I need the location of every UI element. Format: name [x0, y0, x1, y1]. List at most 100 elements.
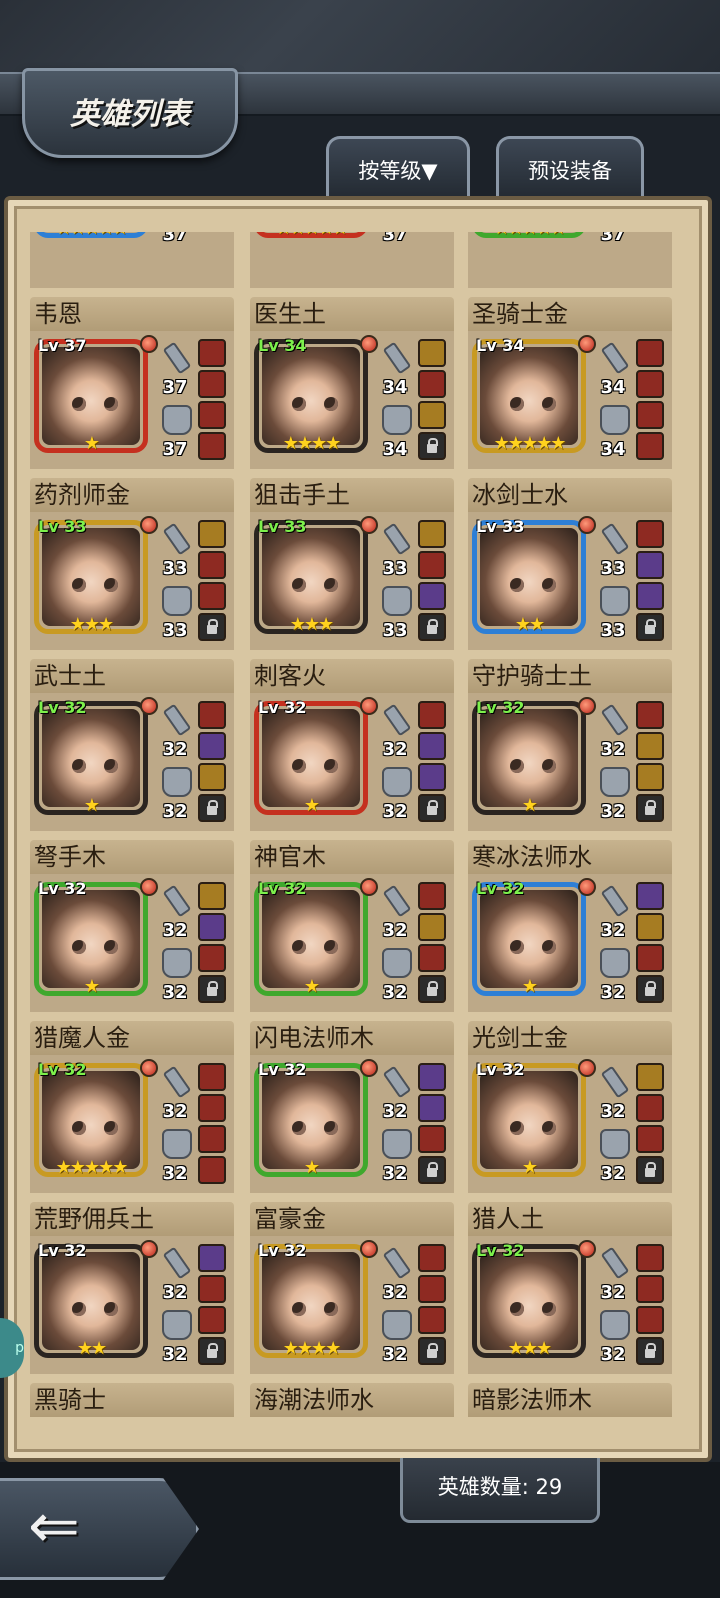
equipment-slot[interactable] [198, 1125, 226, 1153]
equipment-slot[interactable] [198, 1306, 226, 1334]
hero-card[interactable]: ★★★★★ 3737 [250, 232, 454, 288]
hero-card[interactable]: 光剑士金 Lv 32 ★ 32 32 [468, 1021, 672, 1193]
hero-card[interactable]: 药剂师金 Lv 33 ★★★ 33 33 [30, 478, 234, 650]
equipment-slot[interactable] [418, 339, 446, 367]
equipment-slot[interactable] [636, 551, 664, 579]
equipment-slot[interactable] [418, 882, 446, 910]
equipment-slot[interactable] [198, 339, 226, 367]
equipment-slot[interactable] [636, 432, 664, 460]
hero-card[interactable]: 暗影法师木 [468, 1383, 672, 1417]
side-tab[interactable]: p [0, 1318, 24, 1378]
equipment-slot[interactable] [636, 882, 664, 910]
lock-icon[interactable] [198, 1337, 226, 1365]
hero-card[interactable]: 寒冰法师水 Lv 32 ★ 32 32 [468, 840, 672, 1012]
hero-card[interactable]: 神官木 Lv 32 ★ 32 32 [250, 840, 454, 1012]
equipment-slot[interactable] [198, 944, 226, 972]
equipment-slot[interactable] [198, 913, 226, 941]
equipment-slot[interactable] [636, 1244, 664, 1272]
lock-icon[interactable] [418, 1156, 446, 1184]
equipment-slot[interactable] [636, 1275, 664, 1303]
equipment-slot[interactable] [198, 370, 226, 398]
equipment-slot[interactable] [636, 582, 664, 610]
lock-icon[interactable] [418, 794, 446, 822]
equipment-slot[interactable] [198, 1275, 226, 1303]
equipment-slot[interactable] [198, 432, 226, 460]
equipment-slot[interactable] [198, 882, 226, 910]
hero-card[interactable]: 富豪金 Lv 32 ★★★★ 32 32 [250, 1202, 454, 1374]
equipment-slot[interactable] [418, 370, 446, 398]
lock-icon[interactable] [418, 1337, 446, 1365]
hero-card[interactable]: 闪电法师木 Lv 32 ★ 32 32 [250, 1021, 454, 1193]
hero-card[interactable]: 守护骑士土 Lv 32 ★ 32 32 [468, 659, 672, 831]
hero-card[interactable]: 黑骑士 [30, 1383, 234, 1417]
equipment-slot[interactable] [418, 1275, 446, 1303]
equipment-slot[interactable] [418, 913, 446, 941]
equipment-slot[interactable] [636, 913, 664, 941]
equipment-slot[interactable] [198, 520, 226, 548]
equipment-slot[interactable] [636, 401, 664, 429]
hero-card[interactable]: 猎魔人金 Lv 32 ★★★★★ 32 32 [30, 1021, 234, 1193]
equipment-slot[interactable] [198, 551, 226, 579]
equipment-slot[interactable] [636, 339, 664, 367]
equipment-slot[interactable] [198, 763, 226, 791]
equipment-slot[interactable] [418, 1063, 446, 1091]
equipment-slot[interactable] [418, 1125, 446, 1153]
equipment-slot[interactable] [198, 1063, 226, 1091]
equipment-slot[interactable] [636, 370, 664, 398]
hero-card[interactable]: 海潮法师水 [250, 1383, 454, 1417]
equipment-slot[interactable] [636, 732, 664, 760]
equipment-slot[interactable] [636, 1306, 664, 1334]
lock-icon[interactable] [418, 975, 446, 1003]
lock-icon[interactable] [636, 1337, 664, 1365]
hero-card[interactable]: 韦恩 Lv 37 ★ 37 37 [30, 297, 234, 469]
equipment-slot[interactable] [418, 944, 446, 972]
hero-card[interactable]: ★★★★★ 3737 [468, 232, 672, 288]
equipment-slot[interactable] [636, 701, 664, 729]
equipment-slot[interactable] [198, 582, 226, 610]
hero-card[interactable]: 冰剑士水 Lv 33 ★★ 33 33 [468, 478, 672, 650]
equipment-slot[interactable] [198, 1094, 226, 1122]
equipment-slot[interactable] [418, 732, 446, 760]
hero-card[interactable]: 荒野佣兵土 Lv 32 ★★ 32 32 [30, 1202, 234, 1374]
lock-icon[interactable] [418, 432, 446, 460]
equipment-slot[interactable] [418, 701, 446, 729]
hero-card[interactable]: 狙击手土 Lv 33 ★★★ 33 33 [250, 478, 454, 650]
lock-icon[interactable] [198, 794, 226, 822]
lock-icon[interactable] [636, 975, 664, 1003]
lock-icon[interactable] [198, 975, 226, 1003]
lock-icon[interactable] [636, 613, 664, 641]
equipment-slot[interactable] [636, 1063, 664, 1091]
lock-icon[interactable] [636, 794, 664, 822]
equipment-slot[interactable] [636, 1125, 664, 1153]
equipment-slot[interactable] [198, 1244, 226, 1272]
equipment-slot[interactable] [418, 1094, 446, 1122]
equipment-slot[interactable] [636, 1094, 664, 1122]
equipment-slot[interactable] [198, 401, 226, 429]
equipment-slot[interactable] [418, 1244, 446, 1272]
equipment-slot[interactable] [198, 1156, 226, 1184]
lock-icon[interactable] [198, 613, 226, 641]
equipment-slot[interactable] [636, 520, 664, 548]
hero-card[interactable]: 刺客火 Lv 32 ★ 32 32 [250, 659, 454, 831]
equipment-slot[interactable] [418, 582, 446, 610]
hero-card[interactable]: 猎人土 Lv 32 ★★★ 32 32 [468, 1202, 672, 1374]
sort-by-level-button[interactable]: 按等级▼ [326, 136, 470, 198]
hero-card[interactable]: ★★★★★ 3737 [30, 232, 234, 288]
equipment-slot[interactable] [636, 944, 664, 972]
hero-grid[interactable]: ★★★★★3737★★★★★3737★★★★★3737韦恩Lv 37★3737医… [30, 232, 680, 1428]
hero-card[interactable]: 圣骑士金 Lv 34 ★★★★★ 34 34 [468, 297, 672, 469]
equipment-slot[interactable] [636, 763, 664, 791]
hero-card[interactable]: 弩手木 Lv 32 ★ 32 32 [30, 840, 234, 1012]
equipment-slot[interactable] [418, 520, 446, 548]
equipment-slot[interactable] [418, 763, 446, 791]
equipment-slot[interactable] [198, 701, 226, 729]
back-button[interactable]: ⇐ [0, 1478, 199, 1580]
hero-card[interactable]: 医生土 Lv 34 ★★★★ 34 34 [250, 297, 454, 469]
preset-equipment-button[interactable]: 预设装备 [496, 136, 644, 198]
lock-icon[interactable] [636, 1156, 664, 1184]
hero-card[interactable]: 武士土 Lv 32 ★ 32 32 [30, 659, 234, 831]
equipment-slot[interactable] [198, 732, 226, 760]
equipment-slot[interactable] [418, 401, 446, 429]
equipment-slot[interactable] [418, 1306, 446, 1334]
equipment-slot[interactable] [418, 551, 446, 579]
